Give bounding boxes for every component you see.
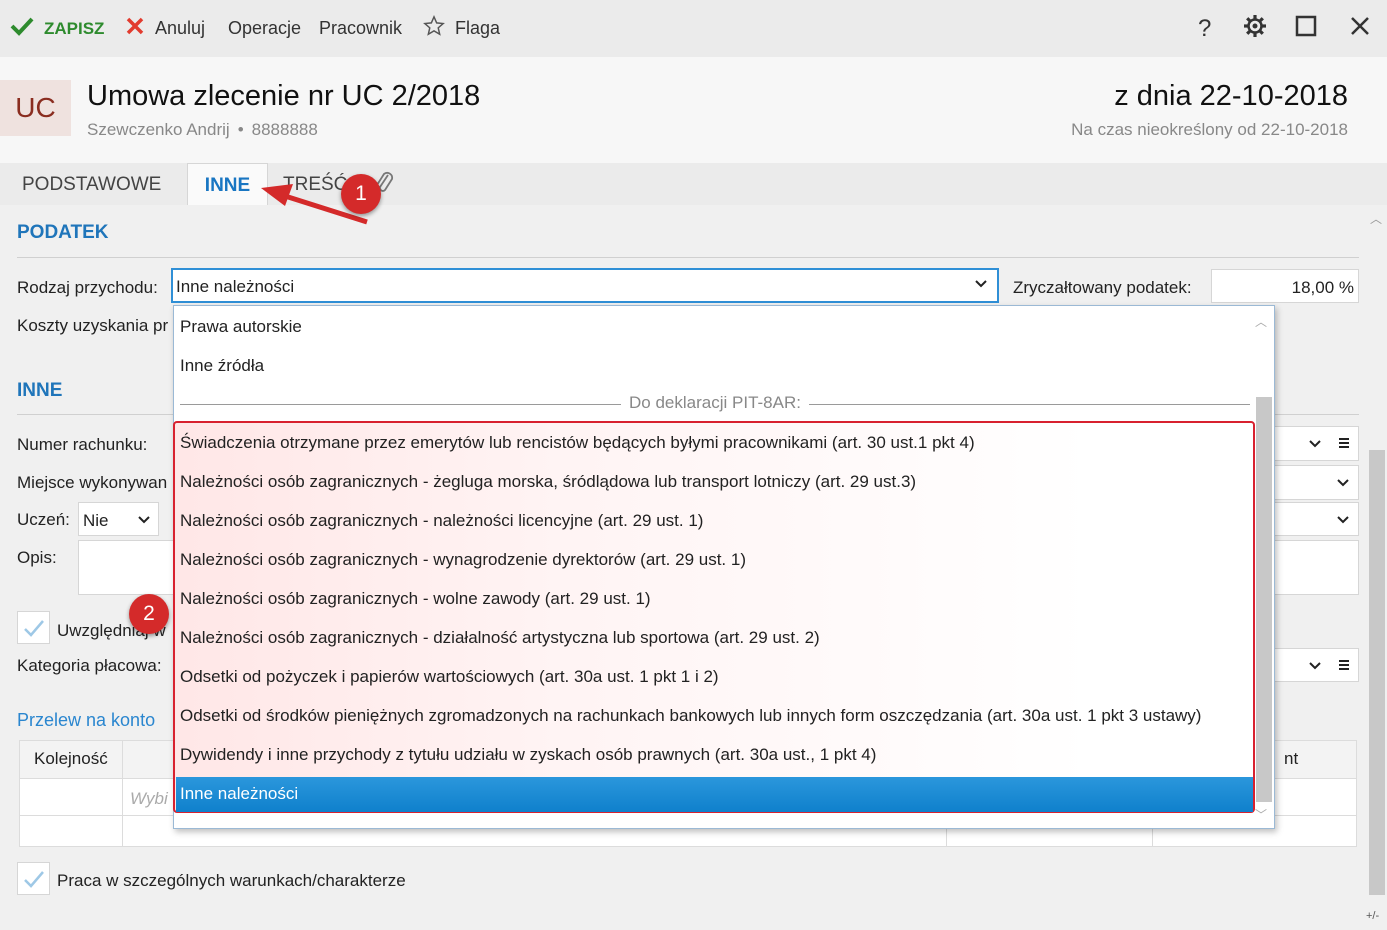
gear-icon <box>1243 14 1267 43</box>
dropdown-scrollbar-thumb[interactable] <box>1256 397 1272 802</box>
person-name: Szewczenko Andrij <box>87 120 230 139</box>
scroll-up-icon: ︿ <box>1370 212 1383 226</box>
cancel-label: Anuluj <box>155 18 206 38</box>
section-divider <box>17 257 1359 258</box>
student-select[interactable]: Nie <box>78 502 159 536</box>
main-scrollbar[interactable]: ︿ <box>1369 210 1385 910</box>
settings-button[interactable] <box>1243 0 1267 57</box>
operations-label: Operacje <box>228 18 302 38</box>
chevron-down-icon <box>1308 437 1322 456</box>
scroll-down-icon: ﹀ <box>1255 808 1268 822</box>
help-icon: ? <box>1198 14 1212 42</box>
save-label: ZAPISZ <box>44 18 105 38</box>
employee-label: Pracownik <box>319 18 403 38</box>
star-icon <box>423 14 445 43</box>
highlight-annotation-box: Świadczenia otrzymane przez emerytów lub… <box>173 421 1255 813</box>
dropdown-option[interactable]: Dywidendy i inne przychody z tytułu udzi… <box>180 737 876 773</box>
flat-tax-input[interactable]: 18,00 % <box>1211 269 1359 303</box>
section-title-inne: INNE <box>17 380 63 401</box>
close-icon <box>125 16 145 42</box>
help-button[interactable]: ? <box>1198 0 1211 57</box>
id-number: 8888888 <box>251 120 318 139</box>
student-label: Uczeń: <box>17 510 70 529</box>
income-type-value: Inne należności <box>176 277 295 296</box>
check-icon <box>24 620 44 637</box>
operations-menu[interactable]: Operacje <box>228 0 301 57</box>
account-number-select[interactable] <box>1270 426 1359 461</box>
close-button[interactable] <box>1349 0 1371 57</box>
selected-option-bg <box>176 777 1253 812</box>
special-conditions-checkbox[interactable] <box>17 862 50 895</box>
include-checkbox[interactable] <box>17 611 50 644</box>
corner-label: +/- <box>1366 910 1380 922</box>
page-title: Umowa zlecenie nr UC 2/2018 <box>87 80 481 112</box>
separator-dot: • <box>237 120 244 139</box>
annotation-marker-2: 2 <box>129 594 169 634</box>
dropdown-option[interactable]: Należności osób zagranicznych - wynagrod… <box>180 542 746 578</box>
document-subtitle: Szewczenko Andrij • 8888888 <box>87 120 318 140</box>
annotation-marker-1: 1 <box>341 174 381 214</box>
column-header-amount: nt <box>1284 749 1299 768</box>
dropdown-option[interactable]: Inne źródła <box>180 348 264 384</box>
list-icon[interactable] <box>1338 658 1350 677</box>
scroll-up-icon: ︿ <box>1255 315 1268 329</box>
check-icon <box>24 871 44 888</box>
work-place-select[interactable] <box>1270 465 1359 500</box>
dropdown-option[interactable]: Należności osób zagranicznych - wolne za… <box>180 581 651 617</box>
chevron-down-icon <box>974 277 988 296</box>
check-icon <box>10 16 34 42</box>
group-header-wrap: Do deklaracji PIT-8AR: <box>174 393 1256 413</box>
contract-period: Na czas nieokreślony od 22-10-2018 <box>1071 120 1348 139</box>
student-detail-select[interactable] <box>1270 502 1359 536</box>
toolbar: ZAPISZ Anuluj Operacje Pracownik Flaga ? <box>0 0 1387 57</box>
description-label: Opis: <box>17 548 57 567</box>
income-type-select[interactable]: Inne należności <box>171 268 999 303</box>
student-value: Nie <box>83 511 109 530</box>
column-header-order: Kolejność <box>34 749 108 768</box>
maximize-button[interactable] <box>1295 0 1317 57</box>
table-placeholder[interactable]: Wybi <box>130 789 168 809</box>
document-date: z dnia 22-10-2018 <box>1114 80 1348 112</box>
close-icon <box>1349 15 1371 42</box>
flat-tax-label: Zryczałtowany podatek: <box>1013 278 1192 297</box>
chevron-down-icon <box>1308 659 1322 678</box>
dropdown-option[interactable]: Świadczenia otrzymane przez emerytów lub… <box>180 425 975 461</box>
dropdown-option-selected[interactable]: Inne należności <box>180 776 298 812</box>
costs-label: Koszty uzyskania pr <box>17 316 169 335</box>
dropdown-option[interactable]: Prawa autorskie <box>180 309 302 345</box>
section-title-podatek: PODATEK <box>17 222 109 243</box>
list-icon[interactable] <box>1338 436 1350 455</box>
document-type-badge: UC <box>0 80 71 136</box>
flag-label: Flaga <box>455 18 501 38</box>
dropdown-option[interactable]: Należności osób zagranicznych - działaln… <box>180 620 820 656</box>
dropdown-option[interactable]: Odsetki od środków pieniężnych zgromadzo… <box>180 698 1201 734</box>
tab-bar: PODSTAWOWE INNE TREŚĆ <box>0 163 1387 206</box>
dropdown-option[interactable]: Należności osób zagranicznych - żegluga … <box>180 464 916 500</box>
pay-category-select[interactable] <box>1270 648 1359 682</box>
work-place-label: Miejsce wykonywan <box>17 473 168 492</box>
special-conditions-label: Praca w szczególnych warunkach/charakter… <box>57 871 406 890</box>
income-type-label: Rodzaj przychodu: <box>17 278 158 297</box>
column-divider <box>122 741 123 846</box>
flat-tax-value: 18,00 % <box>1291 278 1354 297</box>
chevron-down-icon <box>1336 476 1350 495</box>
transfer-link[interactable]: Przelew na konto <box>17 710 155 731</box>
save-button[interactable]: ZAPISZ <box>10 0 104 57</box>
employee-menu[interactable]: Pracownik <box>319 0 402 57</box>
chevron-down-icon <box>1336 513 1350 532</box>
flag-button[interactable]: Flaga <box>423 0 500 57</box>
dropdown-option[interactable]: Należności osób zagranicznych - należnoś… <box>180 503 703 539</box>
dropdown-option[interactable]: Odsetki od pożyczek i papierów wartościo… <box>180 659 719 695</box>
scrollbar-thumb[interactable] <box>1369 450 1385 895</box>
tab-podstawowe[interactable]: PODSTAWOWE <box>22 163 161 205</box>
account-number-label: Numer rachunku: <box>17 435 148 454</box>
pay-category-label: Kategoria płacowa: <box>17 656 162 675</box>
maximize-icon <box>1295 15 1317 42</box>
group-header: Do deklaracji PIT-8AR: <box>621 393 809 412</box>
cancel-button[interactable]: Anuluj <box>125 0 205 57</box>
chevron-down-icon <box>137 513 151 532</box>
